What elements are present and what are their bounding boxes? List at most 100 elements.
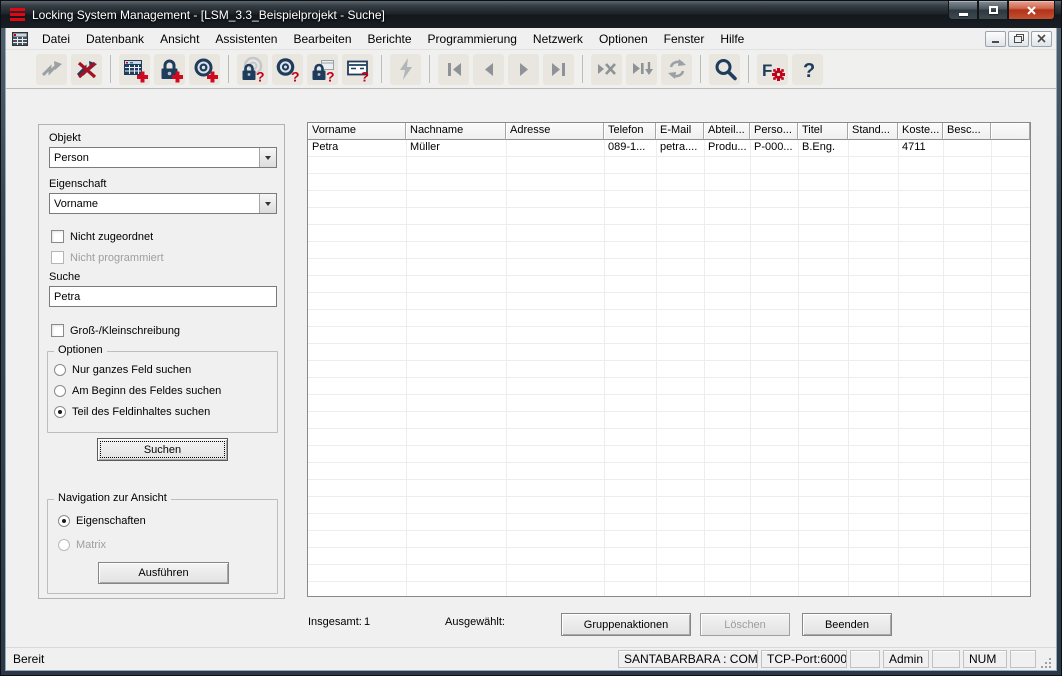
minimize-button[interactable] xyxy=(948,1,978,20)
read-lock-network-icon[interactable]: ? xyxy=(237,54,268,85)
status-empty-3 xyxy=(1010,650,1036,668)
maximize-button[interactable] xyxy=(978,1,1008,20)
disconnect-icon[interactable] xyxy=(71,54,102,85)
suche-label: Suche xyxy=(49,271,80,283)
document-icon xyxy=(12,32,28,46)
read-lock-icon[interactable]: ? xyxy=(307,54,338,85)
search-icon[interactable] xyxy=(709,54,740,85)
status-ready: Bereit xyxy=(9,652,615,666)
next-record-icon xyxy=(508,54,539,85)
column-header-telefon[interactable]: Telefon xyxy=(604,123,656,140)
toolbar-separator xyxy=(429,55,430,83)
cell-personal: P-000... xyxy=(750,140,798,157)
objekt-label: Objekt xyxy=(49,132,81,144)
status-comport: SANTABARBARA : COM6 xyxy=(618,650,758,668)
status-user: Admin xyxy=(883,650,929,668)
toolbar-separator xyxy=(110,55,111,83)
mdi-minimize-button[interactable] xyxy=(985,31,1006,47)
column-header-adresse[interactable]: Adresse xyxy=(506,123,604,140)
gross-klein-checkbox[interactable]: Groß-/Kleinschreibung xyxy=(51,324,180,337)
ausfuehren-button[interactable]: Ausführen xyxy=(98,562,229,584)
status-empty-2 xyxy=(932,650,960,668)
search-input[interactable] xyxy=(49,286,277,307)
statusbar: Bereit SANTABARBARA : COM6 TCP-Port:6000… xyxy=(6,647,1056,670)
menu-berichte[interactable]: Berichte xyxy=(360,30,420,48)
test-dialog-icon[interactable]: ? xyxy=(342,54,373,85)
chevron-down-icon[interactable] xyxy=(259,148,276,167)
minimize-icon xyxy=(959,13,968,16)
column-header-nachname[interactable]: Nachname xyxy=(406,123,506,140)
column-header-vorname[interactable]: Vorname xyxy=(308,123,406,140)
refresh-icon xyxy=(661,54,692,85)
column-header-standort[interactable]: Stand... xyxy=(848,123,898,140)
radio-am-beginn[interactable]: Am Beginn des Feldes suchen xyxy=(54,385,221,397)
new-locking-system-icon[interactable] xyxy=(119,54,150,85)
table-header: Vorname Nachname Adresse Telefon E-Mail … xyxy=(308,123,1030,140)
menu-netzwerk[interactable]: Netzwerk xyxy=(525,30,591,48)
menu-datenbank[interactable]: Datenbank xyxy=(78,30,152,48)
objekt-value: Person xyxy=(50,152,259,164)
menu-hilfe[interactable]: Hilfe xyxy=(712,30,752,48)
objekt-combobox[interactable]: Person xyxy=(49,147,277,168)
checkbox-icon xyxy=(51,251,64,264)
suchen-button[interactable]: Suchen xyxy=(97,438,228,461)
radio-icon[interactable] xyxy=(54,385,66,397)
toolbar-separator xyxy=(748,55,749,83)
read-transponder-icon[interactable]: ? xyxy=(272,54,303,85)
program-icon xyxy=(390,54,421,85)
beenden-button[interactable]: Beenden xyxy=(802,613,892,636)
cell-telefon: 089-1... xyxy=(604,140,656,157)
radio-label: Nur ganzes Feld suchen xyxy=(72,364,191,376)
column-header-personal[interactable]: Perso... xyxy=(750,123,798,140)
column-header-abteilung[interactable]: Abteil... xyxy=(704,123,750,140)
column-header-kostenstelle[interactable]: Koste... xyxy=(898,123,943,140)
new-transponder-icon[interactable] xyxy=(189,54,220,85)
nicht-zugeordnet-checkbox[interactable]: Nicht zugeordnet xyxy=(51,230,153,243)
cell-abteilung: Produ... xyxy=(704,140,750,157)
new-lock-icon[interactable] xyxy=(154,54,185,85)
navigation-title: Navigation zur Ansicht xyxy=(54,492,171,504)
gruppenaktionen-button[interactable]: Gruppenaktionen xyxy=(561,613,691,636)
cell-titel: B.Eng. xyxy=(798,140,848,157)
column-header-email[interactable]: E-Mail xyxy=(656,123,704,140)
radio-eigenschaften[interactable]: Eigenschaften xyxy=(58,515,146,527)
window-frame: Datei Datenbank Ansicht Assistenten Bear… xyxy=(5,28,1057,671)
nicht-programmiert-label: Nicht programmiert xyxy=(70,252,164,264)
radio-ganzes-feld[interactable]: Nur ganzes Feld suchen xyxy=(54,364,191,376)
cell-kostenstelle: 4711 xyxy=(898,140,943,157)
menu-fenster[interactable]: Fenster xyxy=(656,30,713,48)
checkbox-icon[interactable] xyxy=(51,324,64,337)
menu-programmierung[interactable]: Programmierung xyxy=(420,30,525,48)
help-icon[interactable]: ? xyxy=(792,54,823,85)
checkbox-icon[interactable] xyxy=(51,230,64,243)
menu-optionen[interactable]: Optionen xyxy=(591,30,656,48)
window-title: Locking System Management - [LSM_3.3_Bei… xyxy=(32,8,948,22)
radio-label: Eigenschaften xyxy=(76,515,146,527)
cell-adresse xyxy=(506,140,604,157)
menu-assistenten[interactable]: Assistenten xyxy=(207,30,285,48)
resize-grip-icon[interactable] xyxy=(1039,656,1053,670)
radio-teil-feldinhalt[interactable]: Teil des Feldinhaltes suchen xyxy=(54,406,210,418)
close-button[interactable] xyxy=(1008,1,1055,20)
radio-icon[interactable] xyxy=(54,364,66,376)
mdi-restore-button[interactable] xyxy=(1008,31,1029,47)
mdi-close-button[interactable] xyxy=(1031,31,1052,47)
eigenschaft-value: Vorname xyxy=(50,198,259,210)
radio-selected-icon[interactable] xyxy=(54,406,66,418)
app-logo-icon xyxy=(10,8,25,21)
toolbar-separator xyxy=(582,55,583,83)
table-row[interactable]: Petra Müller 089-1... petra.... Produ...… xyxy=(308,140,1030,157)
close-icon xyxy=(1037,34,1046,43)
column-header-beschreibung[interactable]: Besc... xyxy=(943,123,991,140)
filter-settings-icon[interactable]: F xyxy=(757,54,788,85)
svg-text:?: ? xyxy=(803,60,815,82)
chevron-down-icon[interactable] xyxy=(259,194,276,213)
radio-selected-icon[interactable] xyxy=(58,515,70,527)
svg-text:?: ? xyxy=(256,68,265,83)
menu-datei[interactable]: Datei xyxy=(34,30,78,48)
menu-ansicht[interactable]: Ansicht xyxy=(152,30,207,48)
menu-bearbeiten[interactable]: Bearbeiten xyxy=(285,30,359,48)
titlebar[interactable]: Locking System Management - [LSM_3.3_Bei… xyxy=(1,1,1061,28)
eigenschaft-combobox[interactable]: Vorname xyxy=(49,193,277,214)
column-header-titel[interactable]: Titel xyxy=(798,123,848,140)
